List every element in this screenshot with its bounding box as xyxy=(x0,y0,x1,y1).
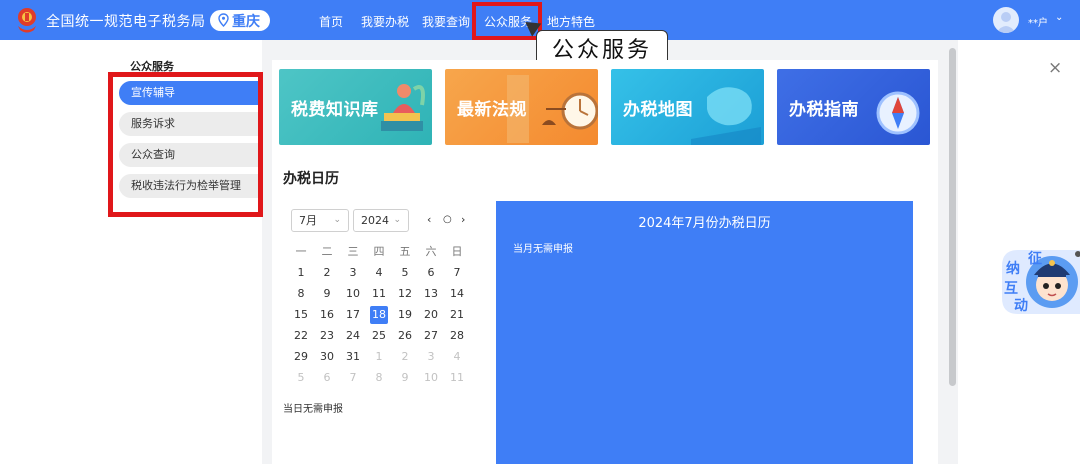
interactive-assistant-widget[interactable]: 征 纳 互 动 xyxy=(1000,248,1080,316)
calendar-day[interactable]: 26 xyxy=(396,327,414,345)
calendar-day[interactable]: 17 xyxy=(344,306,362,324)
calendar-day[interactable]: 7 xyxy=(448,264,466,282)
banner-tax-guide[interactable]: 办税指南 xyxy=(777,69,930,145)
region-selector[interactable]: 重庆 xyxy=(210,10,270,31)
calendar-day[interactable]: 5 xyxy=(396,264,414,282)
calendar-day[interactable]: 20 xyxy=(422,306,440,324)
calendar-day[interactable]: 18 xyxy=(370,306,388,324)
month-note: 当月无需申报 xyxy=(513,244,573,255)
calendar-day[interactable]: 29 xyxy=(292,348,310,366)
calendar-day[interactable]: 4 xyxy=(370,264,388,282)
calendar-week-row: 8 9 10 11 12 13 14 xyxy=(292,285,474,306)
calendar-day[interactable]: 3 xyxy=(344,264,362,282)
calendar-day[interactable]: 21 xyxy=(448,306,466,324)
calendar-day[interactable]: 11 xyxy=(370,285,388,303)
weekday-label: 四 xyxy=(373,245,385,258)
calendar-day-other-month[interactable]: 9 xyxy=(396,369,414,387)
year-select[interactable]: 2024 ⌄ xyxy=(353,209,409,232)
calendar-day[interactable]: 28 xyxy=(448,327,466,345)
calendar-day-other-month[interactable]: 4 xyxy=(448,348,466,366)
calendar-day-other-month[interactable]: 2 xyxy=(396,348,414,366)
month-select-value: 7月 xyxy=(299,214,317,227)
calendar-day[interactable]: 31 xyxy=(344,348,362,366)
calendar-day[interactable]: 23 xyxy=(318,327,336,345)
calendar-day[interactable]: 9 xyxy=(318,285,336,303)
calendar-day-other-month[interactable]: 10 xyxy=(422,369,440,387)
tax-emblem-logo[interactable] xyxy=(14,6,40,34)
calendar-day[interactable]: 2 xyxy=(318,264,336,282)
location-pin-icon xyxy=(218,13,229,27)
calendar-week-row: 15 16 17 18 19 20 21 xyxy=(292,306,474,327)
chevron-down-icon[interactable]: ⌄ xyxy=(1055,12,1063,23)
year-select-value: 2024 xyxy=(361,214,389,227)
calendar-week-row: 5 6 7 8 9 10 11 xyxy=(292,369,474,390)
calendar-day[interactable]: 1 xyxy=(292,264,310,282)
calendar-week-row: 1234567 xyxy=(292,264,474,285)
banner-latest-regulations[interactable]: 最新法规 xyxy=(445,69,598,145)
weekday-label: 一 xyxy=(295,245,307,258)
calendar-day[interactable]: 25 xyxy=(370,327,388,345)
weekday-label: 三 xyxy=(347,245,359,258)
weekday-label: 五 xyxy=(399,245,411,258)
day-note: 当日无需申报 xyxy=(283,404,343,415)
prev-month-button[interactable]: ‹ xyxy=(427,213,431,226)
banner-title: 税费知识库 xyxy=(291,100,379,120)
calendar-grid: 一二三四五六日 1 2 3 4 5 6 7 8 9 10 11 12 13 14 15 16 17 18 19 20 21… xyxy=(292,243,474,390)
calendar-day[interactable]: 19 xyxy=(396,306,414,324)
month-panel-title: 2024年7月份办税日历 xyxy=(638,216,771,231)
calendar-day[interactable]: 8 xyxy=(292,285,310,303)
chevron-down-icon: ⌄ xyxy=(333,215,341,225)
site-title[interactable]: 全国统一规范电子税务局 xyxy=(46,11,206,31)
calendar-day[interactable]: 30 xyxy=(318,348,336,366)
calendar-day[interactable]: 15 xyxy=(292,306,310,324)
banner-title: 最新法规 xyxy=(457,100,527,120)
nav-home[interactable]: 首页 xyxy=(319,13,343,30)
calendar-day-other-month[interactable]: 6 xyxy=(318,369,336,387)
user-name[interactable]: **户 xyxy=(1028,14,1048,29)
calendar-day-other-month[interactable]: 7 xyxy=(344,369,362,387)
banner-tax-map[interactable]: 办税地图 xyxy=(611,69,764,145)
scrollbar-thumb[interactable] xyxy=(949,48,956,386)
next-month-button[interactable]: › xyxy=(461,213,465,226)
banner-title: 办税指南 xyxy=(789,100,859,120)
month-select[interactable]: 7月 ⌄ xyxy=(291,209,349,232)
weekday-label: 二 xyxy=(321,245,333,258)
sidebar-highlight-frame xyxy=(108,72,263,217)
calendar-day-other-month[interactable]: 5 xyxy=(292,369,310,387)
assistant-char: 纳 xyxy=(1006,261,1020,277)
weekday-header-row: 一二三四五六日 xyxy=(292,243,474,264)
chevron-down-icon: ⌄ xyxy=(393,215,401,225)
calendar-day[interactable]: 6 xyxy=(422,264,440,282)
user-icon xyxy=(996,12,1016,33)
calendar-day-other-month[interactable]: 1 xyxy=(370,348,388,366)
assistant-char: 动 xyxy=(1014,298,1028,314)
nav-local-features[interactable]: 地方特色 xyxy=(547,13,595,30)
today-button[interactable]: ○ xyxy=(443,214,452,225)
banner-knowledge-base[interactable]: 税费知识库 xyxy=(279,69,432,145)
nav-query[interactable]: 我要查询 xyxy=(422,13,470,30)
calendar-week-row: 29 30 31 1 2 3 4 xyxy=(292,348,474,369)
weekday-label: 六 xyxy=(425,245,437,258)
close-icon[interactable]: × xyxy=(1048,58,1062,78)
region-label: 重庆 xyxy=(232,14,260,30)
calendar-day[interactable]: 24 xyxy=(344,327,362,345)
calendar-day-other-month[interactable]: 8 xyxy=(370,369,388,387)
calendar-day[interactable]: 13 xyxy=(422,285,440,303)
calendar-day[interactable]: 10 xyxy=(344,285,362,303)
weekday-label: 日 xyxy=(451,245,463,258)
calendar-day[interactable]: 22 xyxy=(292,327,310,345)
calendar-day[interactable]: 16 xyxy=(318,306,336,324)
calendar-day[interactable]: 27 xyxy=(422,327,440,345)
nav-handle-tax[interactable]: 我要办税 xyxy=(361,13,409,30)
calendar-day[interactable]: 12 xyxy=(396,285,414,303)
assistant-char: 征 xyxy=(1028,251,1042,267)
section-title: 办税日历 xyxy=(283,171,339,187)
calendar-day-other-month[interactable]: 3 xyxy=(422,348,440,366)
user-avatar[interactable] xyxy=(993,7,1019,33)
calendar-week-row: 22 23 24 25 26 27 28 xyxy=(292,327,474,348)
calendar-day[interactable]: 14 xyxy=(448,285,466,303)
month-calendar-panel: 2024年7月份办税日历 当月无需申报 xyxy=(496,201,913,464)
calendar-day-other-month[interactable]: 11 xyxy=(448,369,466,387)
banner-title: 办税地图 xyxy=(623,100,693,120)
